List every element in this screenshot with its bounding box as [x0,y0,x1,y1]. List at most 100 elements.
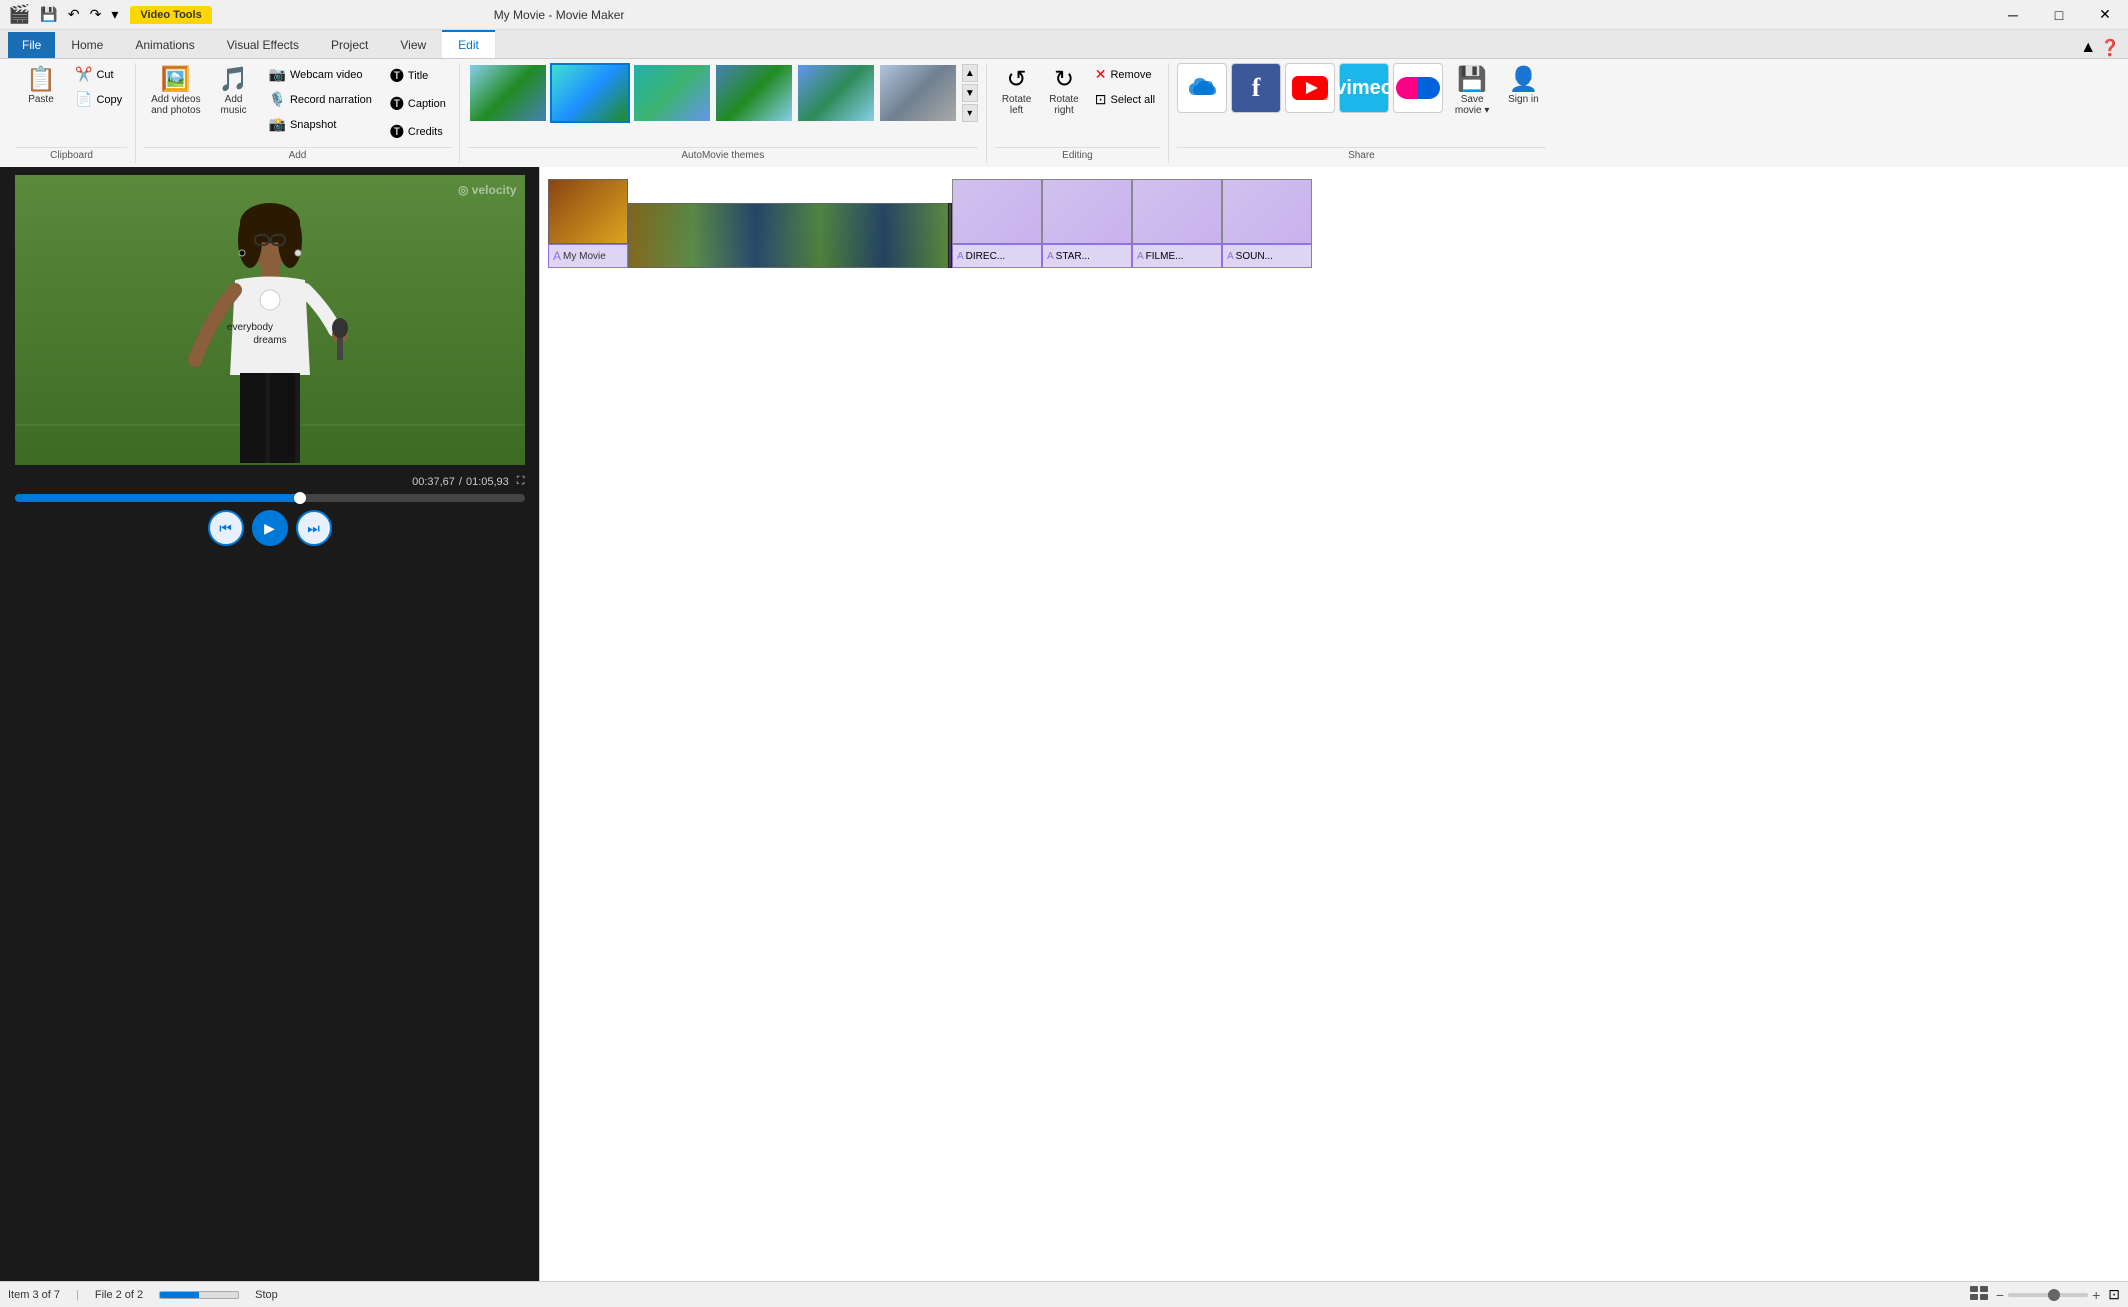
clipboard-group: 📋 Paste ✂️ Cut 📄 Copy Clipboard [8,63,136,163]
video-clip-2[interactable] [628,203,948,268]
theme-item-2[interactable] [550,63,630,123]
help-button[interactable]: ❓ [2100,38,2120,58]
cut-button[interactable]: ✂️ Cut [70,63,127,86]
rotate-left-button[interactable]: ↺ Rotateleft [995,63,1038,121]
tab-view[interactable]: View [384,32,442,58]
customize-qa[interactable]: ▾ [107,4,122,25]
zoom-thumb[interactable] [2048,1289,2060,1301]
svg-text:everybody: everybody [226,322,272,333]
theme-gallery-scroll: ▲ ▼ ▾ [962,64,978,122]
storyboard-view-button[interactable] [1970,1286,1988,1303]
share-label: Share [1177,147,1546,163]
add-videos-button[interactable]: 🖼️ Add videosand photos [144,63,208,121]
credit-title-2[interactable]: A STAR... [1042,244,1132,268]
title-button[interactable]: 🅣 Title [385,63,451,89]
tab-animations[interactable]: Animations [119,32,210,58]
credit-clip-4[interactable] [1222,179,1312,244]
save-movie-button[interactable]: 💾 Savemovie ▾ [1447,63,1497,121]
tab-project[interactable]: Project [315,32,384,58]
select-all-button[interactable]: ⊡ Select all [1090,88,1160,111]
progress-bar[interactable] [15,494,525,502]
minimize-button[interactable]: ─ [1990,0,2036,30]
facebook-icon: f [1252,73,1261,103]
undo-button[interactable]: ↶ [64,4,84,25]
theme-item-3[interactable] [632,63,712,123]
rewind-icon: ⏮ [219,520,232,537]
theme-item-6[interactable] [878,63,958,123]
ribbon: 📋 Paste ✂️ Cut 📄 Copy Clipboard 🖼️ Add v… [0,59,2128,167]
title-clip-1[interactable]: A My Movie [548,244,628,268]
video-clip-1[interactable] [548,179,628,244]
rotate-left-icon: ↺ [1006,68,1026,92]
clipboard-inner: 📋 Paste ✂️ Cut 📄 Copy [16,63,127,145]
play-button[interactable]: ▶ [252,510,288,546]
clip-group-1: A My Movie [548,179,628,268]
zoom-slider[interactable] [2008,1293,2088,1297]
credits-group: A DIREC... A STAR... A [952,179,1312,268]
flickr-button[interactable] [1393,63,1443,113]
vimeo-button[interactable]: vimeo [1339,63,1389,113]
stop-button[interactable]: Stop [255,1289,278,1301]
rotate-right-button[interactable]: ↻ Rotateright [1042,63,1085,121]
credit-title-1[interactable]: A DIREC... [952,244,1042,268]
add-music-label: Addmusic [221,94,247,116]
clips-row: A My Movie [548,179,2120,268]
theme-item-1[interactable] [468,63,548,123]
add-inner: 🖼️ Add videosand photos 🎵 Addmusic 📷 Web… [144,63,451,145]
progress-thumb[interactable] [294,492,306,504]
add-music-button[interactable]: 🎵 Addmusic [212,63,256,121]
clip-group-2 [628,203,948,268]
cut-label: Cut [96,69,113,81]
close-button[interactable]: ✕ [2082,0,2128,30]
record-narration-button[interactable]: 🎙️ Record narration [264,88,377,111]
theme-thumb-4 [716,65,792,121]
editing-stack: ✕ Remove ⊡ Select all [1090,63,1160,111]
credit-clip-container-3: A FILME... [1132,179,1222,268]
snapshot-button[interactable]: 📸 Snapshot [264,113,377,136]
save-button[interactable]: 💾 [36,4,61,25]
zoom-in-button[interactable]: + [2092,1287,2100,1303]
rewind-button[interactable]: ⏮ [208,510,244,546]
credit-clip-1[interactable] [952,179,1042,244]
onedrive-button[interactable] [1177,63,1227,113]
remove-button[interactable]: ✕ Remove [1090,63,1160,86]
add-videos-icon: 🖼️ [161,68,191,92]
theme-item-5[interactable] [796,63,876,123]
forward-button[interactable]: ⏭ [296,510,332,546]
credit-clip-3[interactable] [1132,179,1222,244]
tab-home[interactable]: Home [55,32,119,58]
credit-title-4[interactable]: A SOUN... [1222,244,1312,268]
tab-edit[interactable]: Edit [442,30,495,58]
redo-button[interactable]: ↷ [86,4,106,25]
copy-button[interactable]: 📄 Copy [70,88,127,111]
caption-button[interactable]: 🅣 Caption [385,91,451,117]
ribbon-collapse-button[interactable]: ▲ [2080,39,2096,57]
themes-label: AutoMovie themes [468,147,978,163]
webcam-button[interactable]: 📷 Webcam video [264,63,377,86]
themes-inner: ▲ ▼ ▾ [468,63,978,145]
tab-file[interactable]: File [8,32,55,58]
theme-item-4[interactable] [714,63,794,123]
fullscreen-icon[interactable]: ⛶ [517,475,525,488]
maximize-button[interactable]: □ [2036,0,2082,30]
add-group: 🖼️ Add videosand photos 🎵 Addmusic 📷 Web… [136,63,460,163]
zoom-out-button[interactable]: − [1996,1287,2004,1303]
credit-title-3[interactable]: A FILME... [1132,244,1222,268]
credits-button[interactable]: 🅣 Credits [385,119,451,145]
sign-in-button[interactable]: 👤 Sign in [1501,63,1546,110]
facebook-button[interactable]: f [1231,63,1281,113]
editing-label: Editing [995,147,1160,163]
youtube-button[interactable]: You Tube [1285,63,1335,113]
theme-scroll-down[interactable]: ▼ [962,84,978,102]
paste-button[interactable]: 📋 Paste [16,63,66,110]
fit-to-window-button[interactable]: ⊡ [2108,1286,2120,1303]
credit-clip-2[interactable] [1042,179,1132,244]
play-icon: ▶ [264,520,275,537]
item-info: Item 3 of 7 [8,1289,60,1301]
theme-thumb-2 [552,65,628,121]
record-narration-icon: 🎙️ [269,91,286,108]
current-time: 00:37,67 [412,476,455,488]
theme-scroll-up[interactable]: ▲ [962,64,978,82]
tab-visual-effects[interactable]: Visual Effects [211,32,315,58]
theme-scroll-more[interactable]: ▾ [962,104,978,122]
